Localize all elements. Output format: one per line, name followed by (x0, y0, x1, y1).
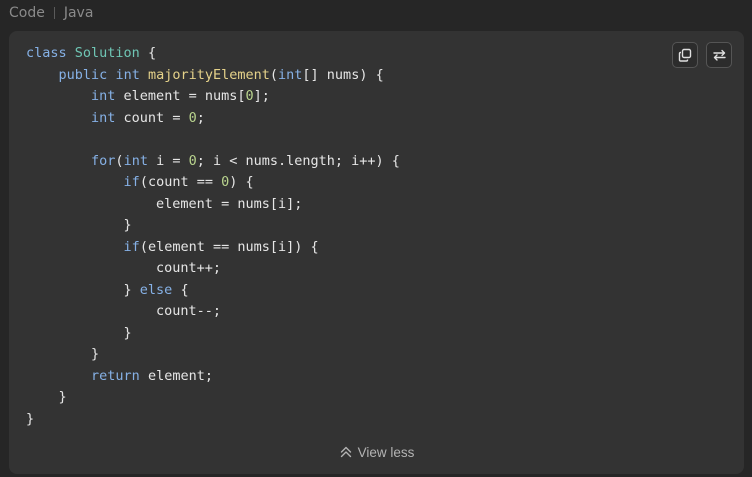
code-line: count++; (26, 258, 400, 280)
code-token: } (26, 281, 140, 298)
code-token: Solution (74, 45, 140, 61)
code-token: ( (269, 66, 279, 83)
code-token: count--; (26, 303, 222, 319)
code-token: class (26, 45, 67, 61)
code-token: int (123, 152, 148, 169)
copy-button[interactable] (672, 42, 698, 68)
code-content[interactable]: class Solution { public int majorityElem… (26, 43, 400, 430)
swap-icon (712, 49, 726, 61)
code-line: } (26, 323, 400, 345)
code-panel: class Solution { public int majorityElem… (9, 31, 744, 474)
code-token: (element == nums[i]) { (139, 238, 319, 255)
code-token: ; (196, 109, 205, 126)
code-line: count--; (26, 301, 400, 323)
copy-icon (678, 48, 692, 62)
code-token: ) { (229, 174, 254, 190)
code-token: (count == (139, 174, 222, 190)
code-token: public (58, 66, 108, 83)
header-divider (53, 7, 55, 19)
code-token: i = (147, 152, 189, 169)
code-token: int (278, 66, 303, 83)
view-less-label: View less (357, 444, 415, 460)
language-label: Java (63, 5, 94, 21)
code-token: { (139, 45, 157, 61)
code-token: [] nums) { (302, 66, 384, 83)
code-line: } (26, 344, 400, 366)
code-line: for(int i = 0; i < nums.length; i++) { (26, 151, 400, 173)
code-token: int (91, 88, 116, 104)
code-token: count++; (26, 260, 222, 276)
code-token: int (91, 109, 116, 126)
code-label: Code (9, 5, 45, 21)
code-token: else (139, 281, 173, 298)
code-token: 0 (188, 152, 197, 169)
code-token: 0 (188, 109, 197, 126)
code-token: ]; (253, 88, 270, 104)
code-line: return element; (26, 366, 400, 388)
code-line: int element = nums[0]; (26, 86, 400, 108)
code-token: } (26, 410, 35, 427)
code-line: public int majorityElement(int[] nums) { (26, 65, 400, 87)
code-line: if(element == nums[i]) { (26, 237, 400, 259)
code-token: 0 (245, 88, 254, 104)
swap-button[interactable] (706, 42, 732, 68)
code-line: if(count == 0) { (26, 172, 400, 194)
code-token: int (115, 66, 140, 83)
code-token: } (26, 217, 132, 233)
code-line: } (26, 387, 400, 409)
code-token: ( (115, 152, 124, 169)
code-token: element; (139, 367, 213, 384)
code-token: if (123, 238, 140, 255)
code-line: element = nums[i]; (26, 194, 400, 216)
code-token: element = nums[ (115, 88, 246, 104)
code-token: { (172, 281, 189, 298)
code-token: majorityElement (147, 66, 270, 83)
code-token: count = (115, 109, 189, 126)
code-line: } (26, 409, 400, 431)
code-token: } (26, 324, 132, 341)
code-token: } (26, 346, 100, 362)
code-block-header: Code Java (0, 0, 752, 26)
code-token: for (91, 152, 116, 169)
code-token: if (123, 174, 140, 190)
view-less-button[interactable]: View less (9, 442, 744, 462)
code-token: } (26, 389, 67, 405)
code-token: element = nums[i]; (26, 195, 303, 212)
code-line: class Solution { (26, 43, 400, 65)
code-line: } else { (26, 280, 400, 302)
code-token: 0 (221, 174, 230, 190)
code-line: } (26, 215, 400, 237)
double-chevron-up-icon (340, 446, 351, 458)
code-token: return (91, 367, 140, 384)
code-token: ; i < nums.length; i++) { (196, 152, 400, 169)
code-line: int count = 0; (26, 108, 400, 130)
